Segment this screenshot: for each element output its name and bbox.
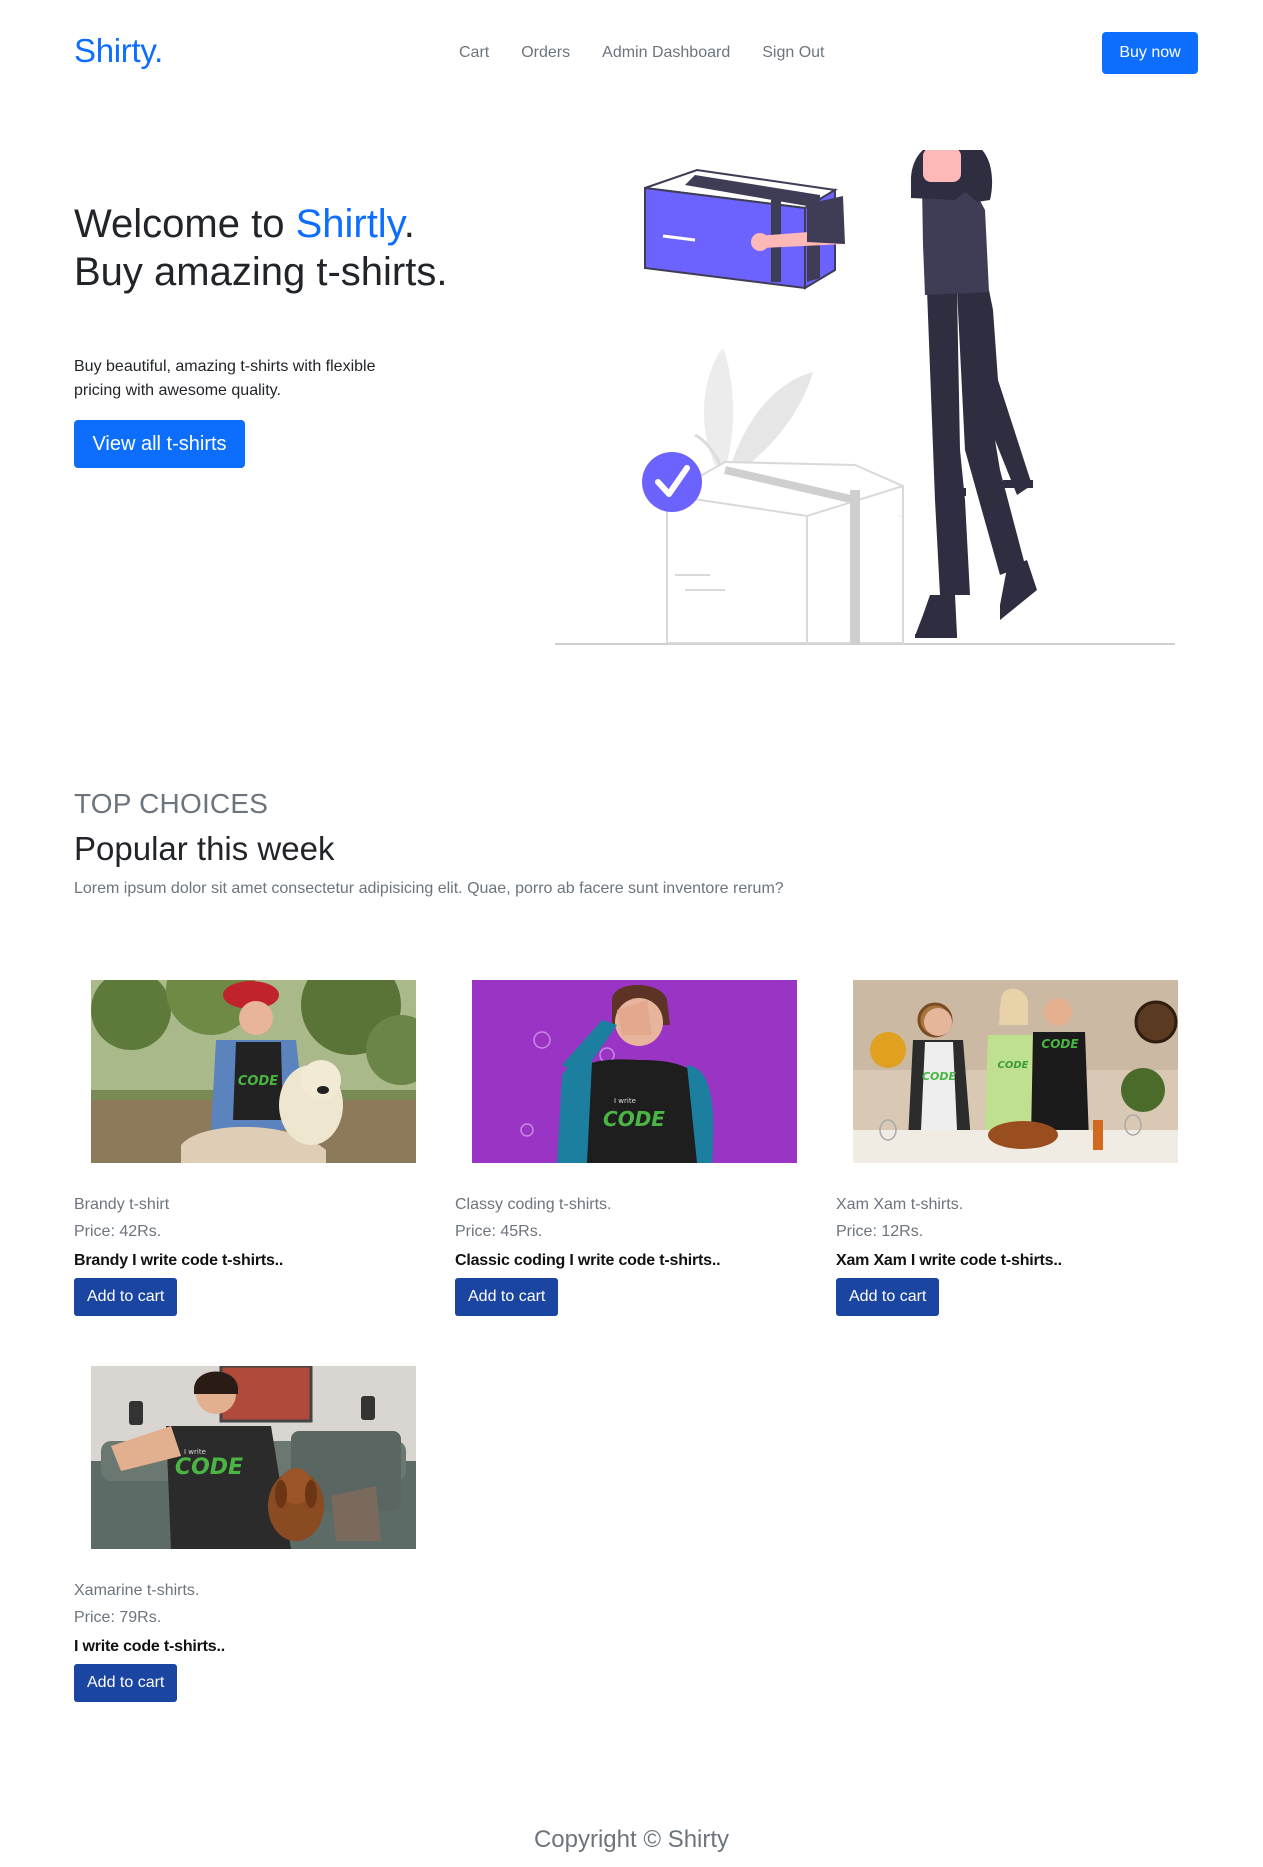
section-eyebrow: TOP CHOICES	[74, 788, 269, 819]
footer-copyright: Copyright © Shirty	[533, 1826, 730, 1853]
product-card: I write CODE Xamarine t-shirts. Price: 7…	[74, 1366, 434, 1706]
hero-title-prefix: Welcome to	[74, 202, 296, 246]
product-tagline: Xam Xam I write code t-shirts..	[836, 1252, 1062, 1269]
product-tagline: Classic coding I write code t-shirts..	[455, 1252, 721, 1269]
product-price: Price: 42Rs.	[74, 1223, 162, 1240]
section-title: Popular this week	[74, 830, 335, 867]
nav-link-admin-dashboard[interactable]: Admin Dashboard	[602, 44, 730, 62]
svg-text:CODE: CODE	[238, 1074, 278, 1089]
hero-title: Welcome to Shirtly. Buy amazing t-shirts…	[74, 200, 447, 296]
nav-link-sign-out[interactable]: Sign Out	[762, 44, 824, 62]
section-description: Lorem ipsum dolor sit amet consectetur a…	[74, 880, 784, 897]
hero-title-suffix: .	[403, 202, 415, 246]
view-all-tshirts-button[interactable]: View all t-shirts	[74, 420, 245, 468]
svg-text:CODE: CODE	[998, 1060, 1029, 1071]
hero-description: Buy beautiful, amazing t-shirts with fle…	[74, 358, 376, 399]
product-card: CODE Brandy t-shirt Price: 42Rs. Brandy …	[74, 980, 434, 1320]
svg-text:CODE: CODE	[175, 1455, 243, 1480]
brand-logo[interactable]: Shirty.	[74, 32, 163, 70]
delivery-illustration	[545, 140, 1185, 650]
product-tagline: Brandy I write code t-shirts..	[74, 1252, 284, 1269]
add-to-cart-button[interactable]: Add to cart	[836, 1278, 940, 1316]
product-image[interactable]: I write CODE	[472, 980, 797, 1163]
add-to-cart-button[interactable]: Add to cart	[74, 1278, 178, 1316]
product-price: Price: 45Rs.	[455, 1223, 543, 1240]
product-card: CODE CODE CODE Xam Xam t-shirts. Price: …	[836, 980, 1196, 1320]
add-to-cart-button[interactable]: Add to cart	[455, 1278, 559, 1316]
product-name: Xam Xam t-shirts.	[836, 1196, 964, 1213]
buy-now-button[interactable]: Buy now	[1102, 32, 1198, 74]
hero-title-accent: Shirtly	[295, 202, 404, 246]
product-tagline: I write code t-shirts..	[74, 1638, 225, 1655]
product-image[interactable]: CODE	[91, 980, 416, 1163]
product-image[interactable]: I write CODE	[91, 1366, 416, 1549]
svg-text:I write: I write	[614, 1097, 636, 1105]
hero-title-line2: Buy amazing t-shirts.	[74, 250, 448, 294]
navbar: Shirty. Cart Orders Admin Dashboard Sign…	[0, 0, 1263, 106]
nav-link-orders[interactable]: Orders	[521, 44, 570, 62]
product-image[interactable]: CODE CODE CODE	[853, 980, 1178, 1163]
product-name: Xamarine t-shirts.	[74, 1582, 200, 1599]
svg-text:CODE: CODE	[603, 1107, 665, 1131]
product-name: Brandy t-shirt	[74, 1196, 170, 1213]
product-name: Classy coding t-shirts.	[455, 1196, 612, 1213]
nav-link-cart[interactable]: Cart	[459, 44, 489, 62]
svg-text:CODE: CODE	[922, 1070, 957, 1083]
product-price: Price: 79Rs.	[74, 1609, 162, 1626]
svg-text:CODE: CODE	[1041, 1037, 1079, 1051]
product-card: I write CODE Classy coding t-shirts. Pri…	[455, 980, 815, 1320]
nav-links: Cart Orders Admin Dashboard Sign Out	[459, 44, 824, 62]
add-to-cart-button[interactable]: Add to cart	[74, 1664, 178, 1702]
product-price: Price: 12Rs.	[836, 1223, 924, 1240]
